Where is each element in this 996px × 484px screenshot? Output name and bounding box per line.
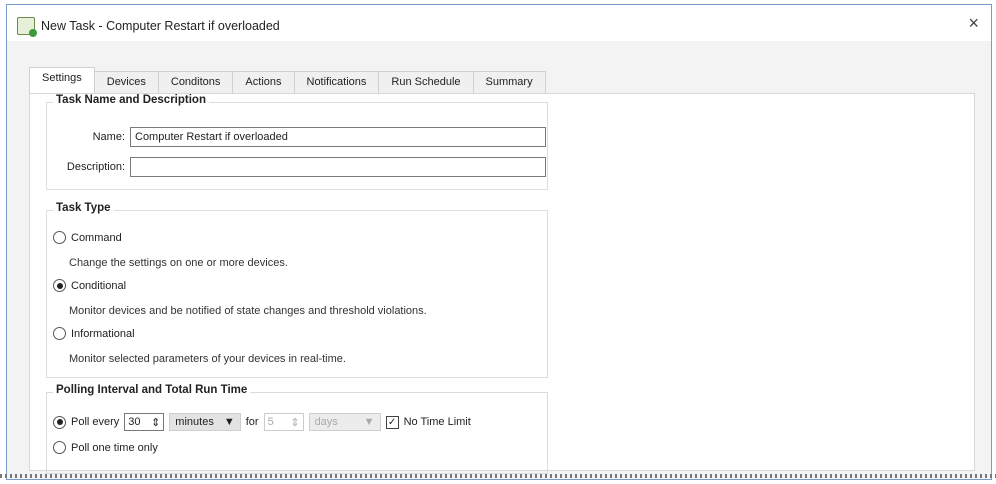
tab-run-schedule[interactable]: Run Schedule: [378, 71, 474, 94]
task-icon: [17, 17, 37, 37]
option-description: Monitor selected parameters of your devi…: [69, 353, 346, 365]
radio-icon[interactable]: [53, 231, 66, 244]
duration-spinner[interactable]: 5 ⇕: [263, 413, 304, 431]
tab-notifications[interactable]: Notifications: [293, 71, 380, 94]
poll-every-label: Poll every: [71, 416, 120, 428]
name-label: Name:: [92, 131, 125, 143]
interval-spinner[interactable]: 30 ⇕: [124, 413, 165, 431]
torn-edge: [0, 474, 996, 478]
option-description: Change the settings on one or more devic…: [69, 257, 288, 269]
task-name-group: Task Name and Description Name: Computer…: [46, 94, 548, 190]
duration-unit-value: days: [314, 416, 338, 428]
radio-informational[interactable]: Informational: [53, 327, 135, 340]
group-heading: Task Type: [53, 202, 114, 214]
spin-arrows-icon[interactable]: ⇕: [290, 416, 299, 429]
radio-poll-every[interactable]: [53, 415, 66, 429]
spin-arrows-icon[interactable]: ⇕: [151, 416, 160, 429]
radio-icon[interactable]: [53, 327, 66, 340]
radio-command[interactable]: Command: [53, 231, 122, 244]
radio-label: Informational: [71, 327, 135, 340]
radio-icon[interactable]: [53, 279, 66, 292]
description-label: Description:: [66, 161, 125, 173]
radio-label: Command: [71, 231, 122, 244]
poll-once-label: Poll one time only: [71, 441, 158, 454]
tab-conditions[interactable]: Conditons: [157, 71, 234, 94]
no-time-limit-checkbox[interactable]: ✓: [385, 415, 399, 429]
radio-label: Conditional: [71, 279, 127, 292]
option-description: Monitor devices and be notified of state…: [69, 305, 427, 317]
dropdown-arrow-icon: ▼: [223, 416, 235, 428]
for-label: for: [245, 416, 259, 428]
dropdown-arrow-icon: ▼: [363, 416, 375, 428]
group-heading: Polling Interval and Total Run Time: [53, 384, 251, 396]
window-title: New Task - Computer Restart if overloade…: [41, 19, 280, 33]
radio-icon[interactable]: [53, 441, 66, 454]
group-heading: Task Name and Description: [53, 94, 209, 106]
tab-devices[interactable]: Devices: [93, 71, 159, 94]
polling-group: Polling Interval and Total Run Time Poll…: [46, 384, 548, 474]
duration-unit-select[interactable]: days ▼: [308, 413, 381, 431]
radio-poll-once[interactable]: Poll one time only: [53, 441, 158, 454]
duration-value: 5: [267, 416, 274, 428]
tab-actions[interactable]: Actions: [232, 71, 295, 94]
tab-summary[interactable]: Summary: [472, 71, 546, 94]
interval-unit-value: minutes: [175, 416, 214, 428]
description-input[interactable]: [130, 157, 546, 177]
tab-settings[interactable]: Settings: [29, 67, 95, 94]
settings-panel: Task Name and Description Name: Computer…: [29, 93, 975, 474]
dialog-window: New Task - Computer Restart if overloade…: [6, 4, 992, 480]
tab-bar: Settings Devices Conditons Actions Notif…: [29, 67, 546, 94]
radio-conditional[interactable]: Conditional: [53, 279, 126, 292]
name-input[interactable]: Computer Restart if overloaded: [130, 127, 546, 147]
task-type-group: Task Type Command Change the settings on…: [46, 202, 548, 378]
close-button[interactable]: ×: [968, 13, 979, 34]
no-time-limit-label: No Time Limit: [403, 416, 471, 428]
interval-unit-select[interactable]: minutes ▼: [169, 413, 241, 431]
title-bar: New Task - Computer Restart if overloade…: [17, 17, 280, 37]
interval-value: 30: [128, 416, 141, 428]
